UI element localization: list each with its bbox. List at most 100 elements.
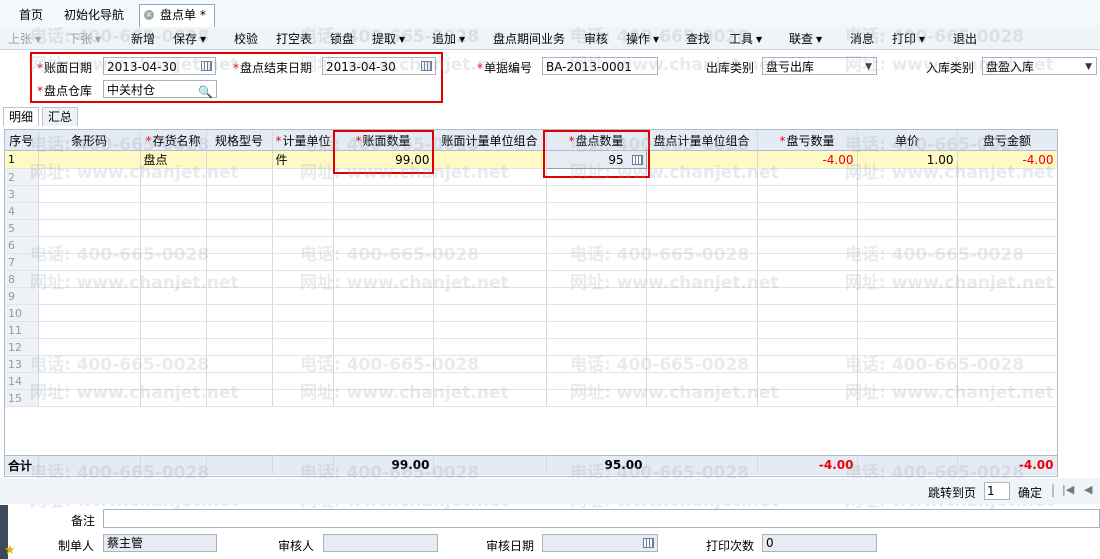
tools-button[interactable]: 工具 ▼ — [729, 30, 762, 47]
grid-cell[interactable] — [757, 219, 858, 237]
grid-cell[interactable] — [546, 202, 647, 220]
grid-cell[interactable] — [433, 389, 547, 407]
operate-button[interactable]: 操作 ▼ — [626, 30, 659, 47]
prev-button[interactable]: 上张 ▼ — [8, 30, 41, 47]
grid-cell[interactable] — [38, 168, 141, 186]
col-seq[interactable]: 序号 — [5, 130, 39, 151]
grid-cell[interactable] — [38, 270, 141, 288]
grid-cell[interactable] — [333, 355, 434, 373]
grid-cell[interactable] — [433, 372, 547, 390]
grid-cell[interactable] — [957, 338, 1057, 356]
link-query-button[interactable]: 联查 ▼ — [789, 30, 822, 47]
grid-cell[interactable] — [272, 236, 334, 254]
in-type-select[interactable]: 盘盈入库 ▼ — [982, 57, 1097, 75]
col-loss-amount[interactable]: 盘亏金额 — [957, 130, 1057, 151]
grid-cell[interactable] — [272, 321, 334, 339]
grid-cell[interactable] — [646, 253, 758, 271]
grid-cell[interactable] — [140, 270, 207, 288]
message-button[interactable]: 消息 — [850, 30, 874, 47]
grid-cell[interactable] — [546, 389, 647, 407]
grid-cell[interactable] — [38, 321, 141, 339]
grid-cell[interactable] — [957, 287, 1057, 305]
grid-cell[interactable] — [857, 321, 958, 339]
grid-cell[interactable] — [433, 321, 547, 339]
grid-cell[interactable] — [333, 236, 434, 254]
grid-cell[interactable] — [957, 304, 1057, 322]
grid-cell[interactable] — [646, 236, 758, 254]
cell-spec[interactable] — [206, 150, 273, 169]
grid-cell[interactable] — [546, 355, 647, 373]
grid-cell[interactable] — [333, 287, 434, 305]
cell-loss-qty[interactable]: -4.00 — [757, 150, 858, 169]
grid-cell[interactable] — [206, 372, 273, 390]
grid-cell[interactable] — [757, 202, 858, 220]
grid-cell[interactable] — [433, 168, 547, 186]
grid-cell[interactable] — [140, 287, 207, 305]
grid-cell[interactable] — [272, 270, 334, 288]
grid-cell[interactable] — [857, 270, 958, 288]
grid-cell[interactable] — [272, 287, 334, 305]
print-button[interactable]: 打印 ▼ — [892, 30, 925, 47]
grid-cell[interactable] — [272, 185, 334, 203]
cell-price[interactable]: 1.00 — [857, 150, 958, 169]
grid-cell[interactable] — [957, 355, 1057, 373]
grid-cell[interactable] — [646, 304, 758, 322]
grid-cell[interactable] — [757, 389, 858, 407]
grid-cell[interactable] — [333, 219, 434, 237]
grid-cell[interactable] — [38, 219, 141, 237]
new-button[interactable]: 新增 — [131, 30, 155, 47]
grid-cell[interactable] — [546, 372, 647, 390]
grid-cell[interactable] — [546, 321, 647, 339]
find-button[interactable]: 查找 — [686, 30, 710, 47]
table-row[interactable]: 4 — [5, 202, 1057, 220]
grid-cell[interactable] — [433, 253, 547, 271]
table-row[interactable]: 6 — [5, 236, 1057, 254]
cell-book-unit-combo[interactable] — [433, 150, 547, 169]
grid-cell[interactable] — [272, 202, 334, 220]
grid-cell[interactable] — [957, 270, 1057, 288]
grid-cell[interactable] — [646, 287, 758, 305]
grid-cell[interactable] — [433, 236, 547, 254]
col-name[interactable]: *存货名称 — [140, 130, 207, 151]
print-blank-button[interactable]: 打空表 — [276, 30, 312, 47]
grid-cell[interactable] — [646, 321, 758, 339]
grid-cell[interactable] — [38, 304, 141, 322]
close-icon[interactable]: × — [144, 10, 154, 20]
grid-cell[interactable] — [957, 321, 1057, 339]
table-row[interactable]: 15 — [5, 389, 1057, 407]
grid-cell[interactable] — [646, 219, 758, 237]
grid-cell[interactable] — [546, 338, 647, 356]
table-row[interactable]: 13 — [5, 355, 1057, 373]
warehouse-field[interactable]: 中关村仓 🔍 — [103, 80, 217, 99]
grid-cell[interactable] — [646, 355, 758, 373]
grid-cell[interactable] — [333, 372, 434, 390]
grid-cell[interactable] — [757, 304, 858, 322]
grid-cell[interactable] — [433, 287, 547, 305]
grid-cell[interactable] — [757, 355, 858, 373]
grid-cell[interactable] — [957, 253, 1057, 271]
grid-cell[interactable] — [206, 202, 273, 220]
fetch-button[interactable]: 提取 ▼ — [372, 30, 405, 47]
grid-cell[interactable] — [757, 287, 858, 305]
grid-cell[interactable] — [646, 202, 758, 220]
table-row[interactable]: 7 — [5, 253, 1057, 271]
grid-cell[interactable] — [38, 287, 141, 305]
cell-barcode[interactable] — [38, 150, 141, 169]
grid-cell[interactable] — [38, 202, 141, 220]
grid-cell[interactable] — [140, 389, 207, 407]
grid-cell[interactable] — [433, 270, 547, 288]
cell-loss-amount[interactable]: -4.00 — [957, 150, 1057, 169]
grid-cell[interactable] — [433, 202, 547, 220]
calendar-icon[interactable] — [421, 61, 432, 71]
grid-cell[interactable] — [957, 185, 1057, 203]
grid-cell[interactable] — [38, 355, 141, 373]
col-book-unit-combo[interactable]: 账面计量单位组合 — [433, 130, 547, 151]
grid-cell[interactable] — [857, 338, 958, 356]
book-date-field[interactable]: 2013-04-30 — [103, 57, 216, 75]
grid-cell[interactable] — [206, 270, 273, 288]
confirm-page-button[interactable]: 确定 — [1018, 484, 1042, 501]
out-type-select[interactable]: 盘亏出库 ▼ — [762, 57, 877, 75]
grid-cell[interactable] — [957, 372, 1057, 390]
grid-cell[interactable] — [140, 219, 207, 237]
table-row[interactable]: 10 — [5, 304, 1057, 322]
